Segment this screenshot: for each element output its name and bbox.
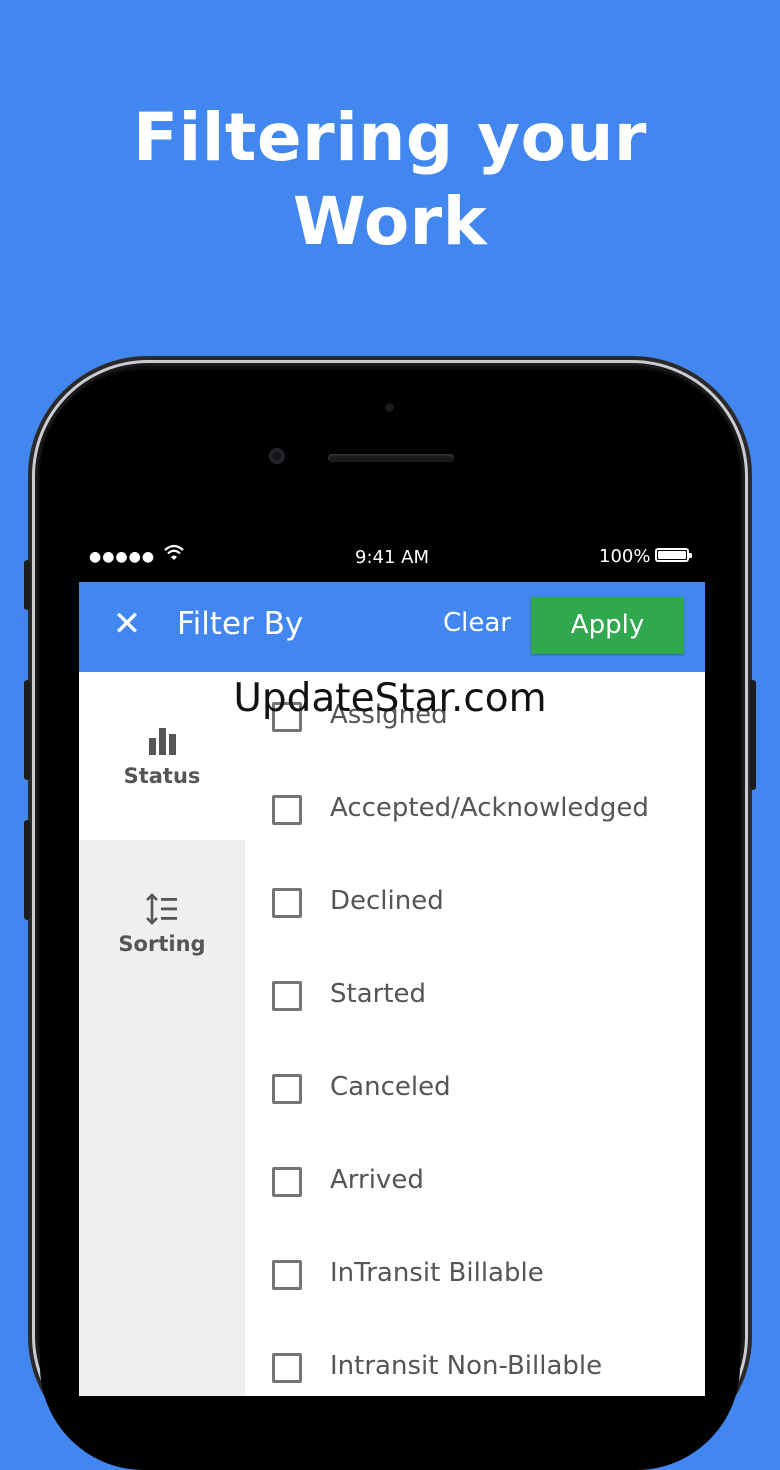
checkbox[interactable] xyxy=(272,1260,302,1290)
checkbox[interactable] xyxy=(272,1074,302,1104)
apply-button[interactable]: Apply xyxy=(531,597,684,654)
headline: Filtering your Work xyxy=(0,96,780,264)
tab-sorting[interactable]: Sorting xyxy=(79,840,245,1008)
checkbox[interactable] xyxy=(272,888,302,918)
option-accepted-acknowledged[interactable]: Accepted/Acknowledged xyxy=(245,765,705,858)
page-title: Filter By xyxy=(177,606,304,642)
front-camera xyxy=(270,449,284,463)
option-arrived[interactable]: Arrived xyxy=(245,1137,705,1230)
option-declined[interactable]: Declined xyxy=(245,858,705,951)
phone-mute-switch xyxy=(24,560,30,610)
status-options-list: Assigned Accepted/Acknowledged Declined … xyxy=(245,672,705,1396)
bar-chart-icon xyxy=(149,728,176,755)
sort-icon xyxy=(146,893,177,925)
checkbox[interactable] xyxy=(272,1353,302,1383)
checkbox[interactable] xyxy=(272,981,302,1011)
headline-line-1: Filtering your xyxy=(133,99,647,176)
proximity-sensor xyxy=(385,403,394,412)
filter-sidebar: Status Sorting xyxy=(79,672,245,1396)
close-icon[interactable]: ✕ xyxy=(109,604,145,644)
option-label: Declined xyxy=(330,886,444,916)
option-intransit-billable[interactable]: InTransit Billable xyxy=(245,1230,705,1323)
option-intransit-non-billable[interactable]: Intransit Non-Billable xyxy=(245,1323,705,1396)
battery-icon xyxy=(655,548,692,562)
tab-status-label: Status xyxy=(123,764,201,788)
phone-volume-down xyxy=(24,820,30,920)
option-label: Accepted/Acknowledged xyxy=(330,793,649,823)
battery-percent: 100% xyxy=(599,546,651,567)
headline-line-2: Work xyxy=(292,183,488,260)
option-label: Canceled xyxy=(330,1072,451,1102)
earpiece-speaker xyxy=(328,454,454,462)
option-started[interactable]: Started xyxy=(245,951,705,1044)
checkbox[interactable] xyxy=(272,795,302,825)
watermark: UpdateStar.com xyxy=(233,676,547,721)
checkbox[interactable] xyxy=(272,1167,302,1197)
phone-screen: ●●●●● 9:41 AM 100% ✕ Filter By Clear App… xyxy=(79,536,705,1396)
tab-sorting-label: Sorting xyxy=(118,932,206,956)
option-label: Started xyxy=(330,979,427,1009)
app-bar: ✕ Filter By Clear Apply xyxy=(79,582,705,672)
clear-button[interactable]: Clear xyxy=(443,608,511,638)
option-label: InTransit Billable xyxy=(330,1258,544,1288)
option-label: Arrived xyxy=(330,1165,424,1195)
option-label: Intransit Non-Billable xyxy=(330,1351,603,1381)
option-canceled[interactable]: Canceled xyxy=(245,1044,705,1137)
status-bar: ●●●●● 9:41 AM 100% xyxy=(79,536,705,582)
